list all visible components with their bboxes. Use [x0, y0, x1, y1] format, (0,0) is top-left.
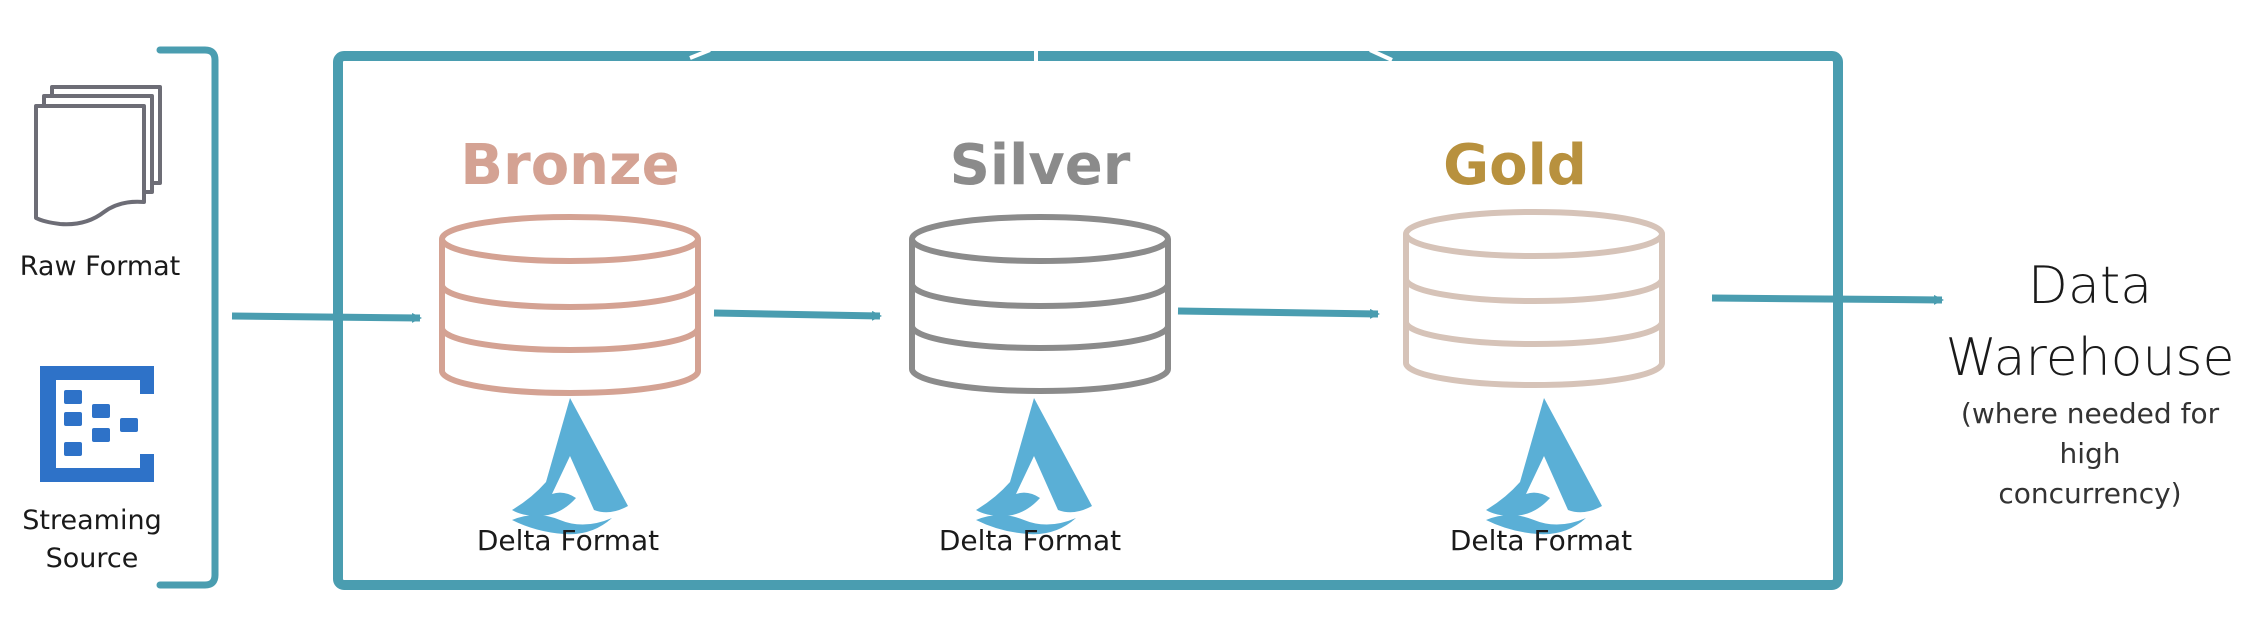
arrow-gold-to-warehouse	[1711, 294, 1944, 305]
data-warehouse-title-line2: Warehouse	[1945, 328, 2235, 388]
bronze-database-icon	[439, 214, 701, 396]
data-warehouse-note-line2: concurrency)	[1998, 477, 2182, 510]
gold-title: Gold	[1443, 133, 1587, 198]
bronze-delta-format-label: Delta Format	[476, 524, 660, 557]
diagram-canvas: Raw Format Streaming Source Bronze Silve…	[0, 0, 2258, 642]
streaming-label-line2: Source	[45, 543, 139, 574]
silver-title: Silver	[949, 133, 1131, 198]
delta-logo-icon	[1486, 398, 1602, 535]
arrow-silver-to-gold	[1177, 307, 1380, 319]
gold-database-icon	[1403, 209, 1665, 388]
document-stack-icon	[34, 85, 162, 227]
bronze-title: Bronze	[460, 133, 680, 198]
event-hub-icon	[40, 366, 154, 482]
streaming-label-line1: Streaming	[22, 505, 162, 536]
delta-logo-icon	[512, 398, 628, 535]
data-warehouse-block: Data Warehouse (where needed for high co…	[1930, 250, 2250, 514]
silver-database-icon	[909, 214, 1171, 394]
arrow-bronze-to-silver	[713, 309, 882, 321]
arrow-sources-to-bronze	[231, 312, 422, 323]
data-warehouse-note-line1: (where needed for high	[1960, 397, 2220, 470]
streaming-source-label: Streaming Source	[0, 502, 184, 578]
data-warehouse-title-line1: Data	[2027, 256, 2153, 316]
silver-delta-format-label: Delta Format	[938, 524, 1122, 557]
delta-logo-icon	[976, 398, 1092, 535]
gold-delta-format-label: Delta Format	[1449, 524, 1633, 557]
raw-format-label: Raw Format	[19, 251, 181, 282]
